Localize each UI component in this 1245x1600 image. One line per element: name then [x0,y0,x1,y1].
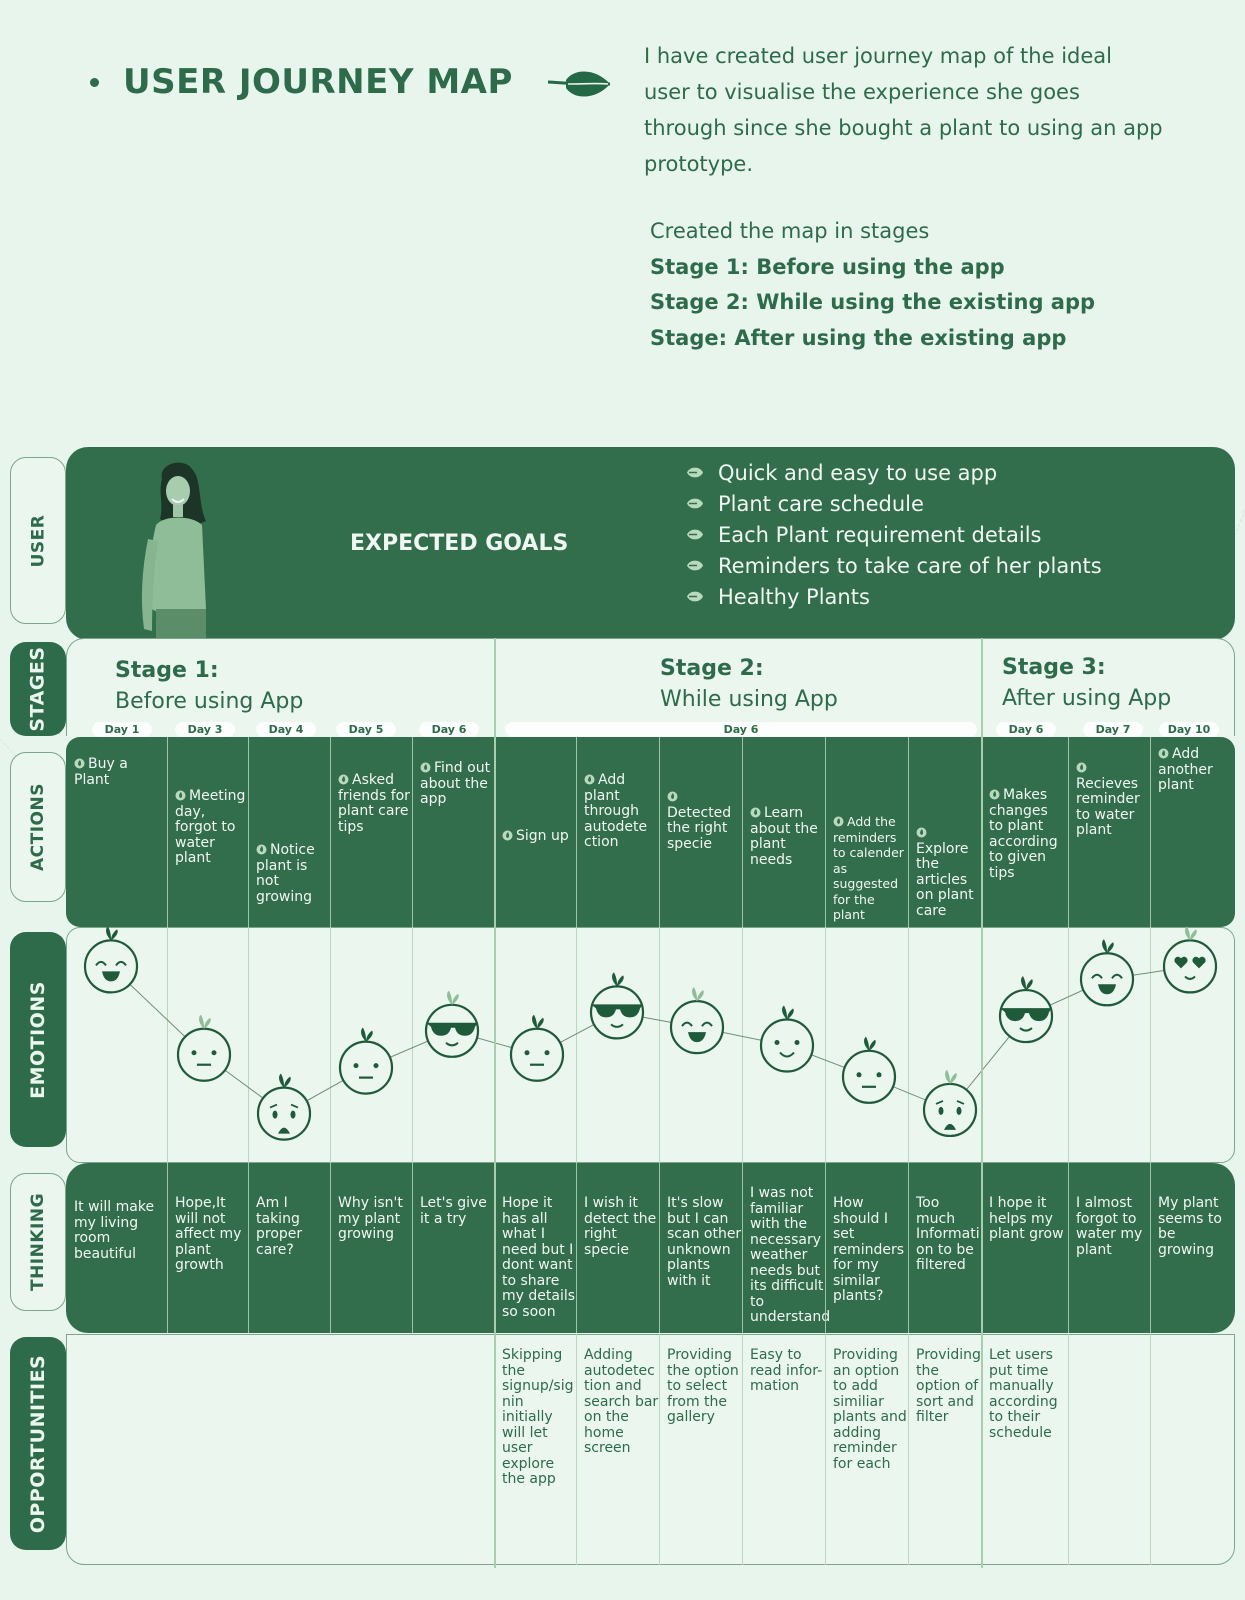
stage-divider [981,638,983,1568]
emotion-face-neutral-icon [841,1036,897,1104]
emotion-face-cool-icon [589,972,645,1040]
emotion-face-happy-icon [83,926,139,994]
emotion-face-neutral-icon [509,1014,565,1082]
emotion-face-happy-icon [669,987,725,1055]
emotion-face-happy-icon [1079,939,1135,1007]
emotion-face-worried-icon [922,1069,978,1138]
emotion-face-neutral-icon [176,1014,232,1082]
emotion-face-neutral-icon [338,1027,394,1095]
emotion-face-love-icon [1162,926,1218,994]
emotion-face-cool-icon [424,990,480,1058]
emotion-face-worried-icon [256,1073,312,1141]
stage-divider [494,638,496,1568]
emotion-curve [83,926,1218,1141]
emotion-face-smile-icon [759,1005,815,1073]
emotion-face-cool-icon [998,976,1054,1044]
